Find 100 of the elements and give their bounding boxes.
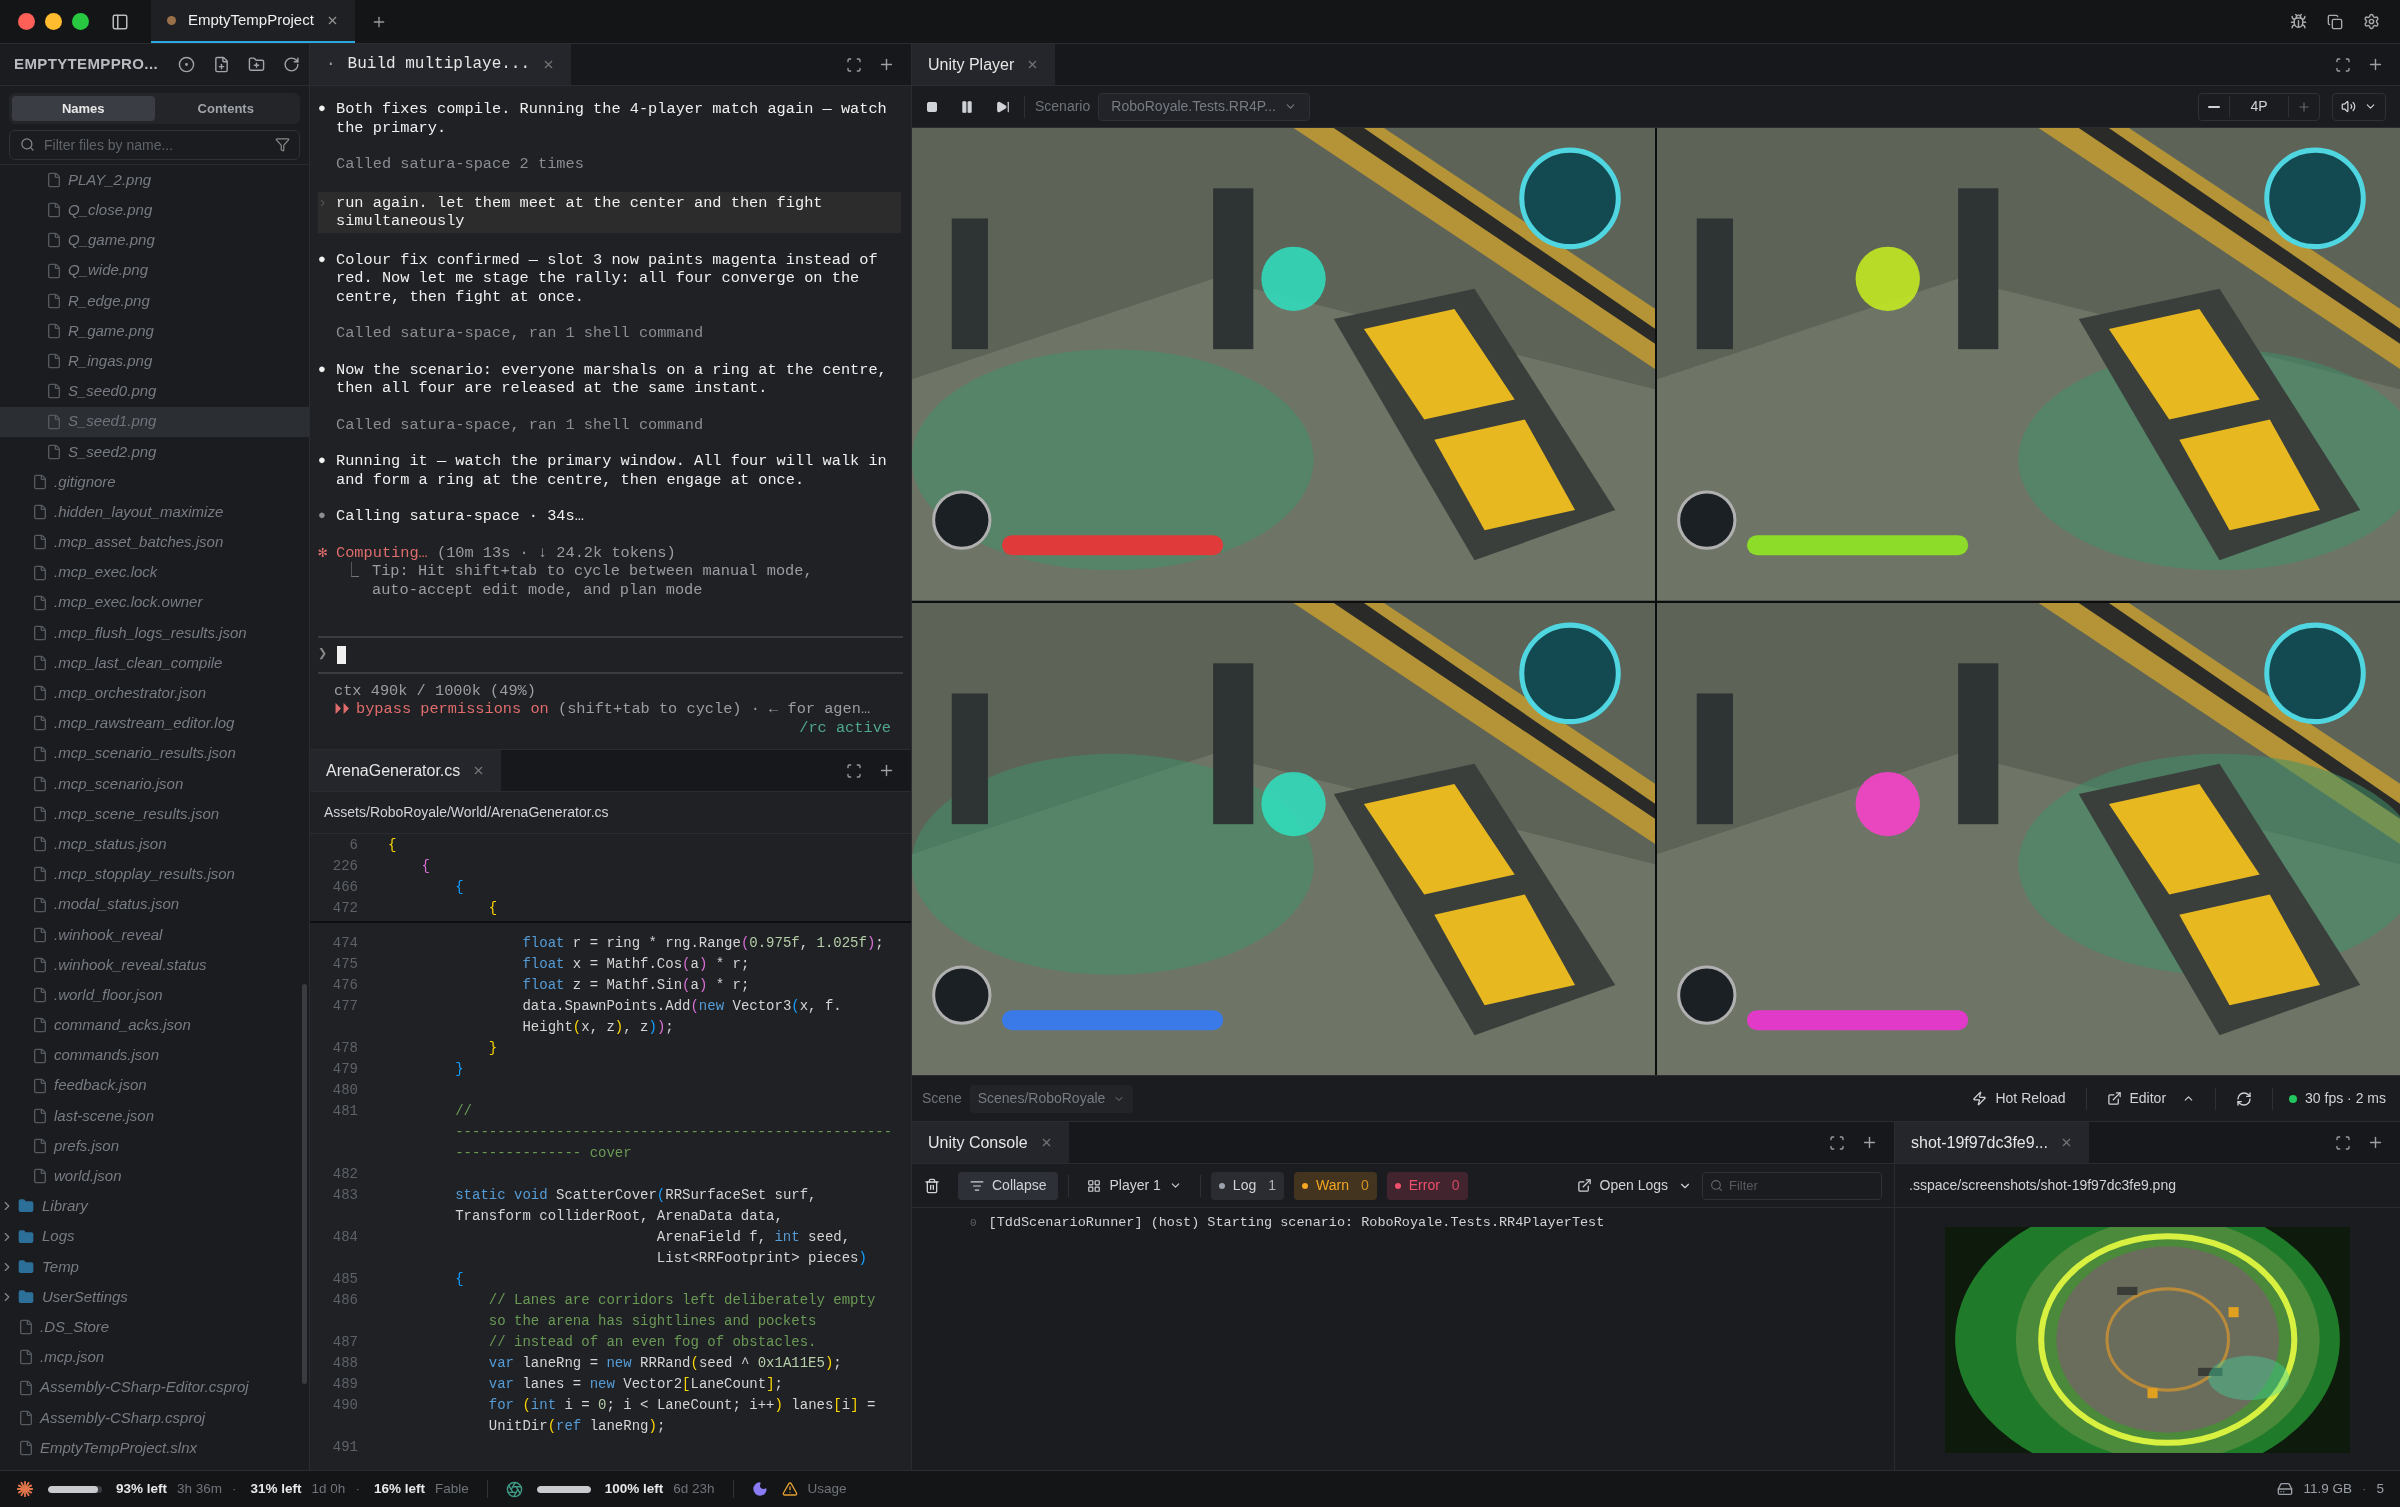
player-dropdown[interactable]: Player 1 xyxy=(1079,1171,1190,1200)
file-tree-row[interactable]: UserSettings xyxy=(0,1281,309,1313)
file-tree-row[interactable]: .mcp_stopplay_results.json xyxy=(0,859,309,890)
file-tree-row[interactable]: last-scene.json xyxy=(0,1100,309,1131)
log-level-filter[interactable]: Log 1 xyxy=(1210,1171,1284,1200)
file-tree-row[interactable]: S_seed0.png xyxy=(0,376,309,407)
stop-icon[interactable] xyxy=(926,100,938,113)
external-link-icon xyxy=(2106,1091,2122,1106)
file-tree-row[interactable]: Temp xyxy=(0,1251,309,1282)
new-file-icon[interactable] xyxy=(213,56,230,73)
filter-icon[interactable] xyxy=(275,137,290,152)
search-field[interactable]: Filter files by name... xyxy=(9,130,300,160)
file-tree-row[interactable]: .mcp_scenario_results.json xyxy=(0,738,309,769)
pause-icon[interactable] xyxy=(960,99,974,114)
file-tree-row[interactable]: prefs.json xyxy=(0,1131,309,1162)
refresh-icon[interactable] xyxy=(2236,1090,2253,1107)
close-window-button[interactable] xyxy=(18,13,35,30)
file-tree-row[interactable]: .DS_Store xyxy=(0,1312,309,1343)
file-tree-row[interactable]: .mcp_exec.lock.owner xyxy=(0,587,309,618)
log-level-filter[interactable]: Warn 0 xyxy=(1294,1171,1377,1200)
view-tab[interactable]: Contents xyxy=(154,96,297,121)
file-tree-row[interactable]: .modal_status.json xyxy=(0,889,309,920)
add-icon[interactable] xyxy=(1861,1134,1878,1151)
hot-reload-button[interactable]: Hot Reload xyxy=(1960,1088,2078,1109)
trash-icon[interactable] xyxy=(924,1177,940,1194)
collapse-toggle[interactable]: Collapse xyxy=(958,1171,1059,1200)
panel-tab[interactable]: ArenaGenerator.cs xyxy=(310,750,502,791)
file-tree-row[interactable]: .gitignore xyxy=(0,466,309,498)
file-tree-row[interactable]: Q_game.png xyxy=(0,225,309,256)
file-tree-row[interactable]: R_ingas.png xyxy=(0,346,309,377)
open-logs-button[interactable]: Open Logs xyxy=(1576,1175,1668,1196)
file-tree-row[interactable]: Q_wide.png xyxy=(0,255,309,286)
add-icon[interactable] xyxy=(878,762,895,779)
step-icon[interactable] xyxy=(996,99,1010,114)
panel-tab[interactable]: Unity Console xyxy=(912,1122,1069,1163)
file-tree-row[interactable]: Assembly-CSharp.csproj xyxy=(0,1402,309,1433)
sidebar-toggle-icon[interactable] xyxy=(111,12,129,31)
maximize-icon[interactable] xyxy=(2335,1134,2351,1151)
scenario-dropdown[interactable]: RoboRoyale.Tests.RR4P... xyxy=(1098,92,1310,121)
file-tree-row[interactable]: S_seed1.png xyxy=(0,406,309,437)
panel-tab[interactable]: Unity Player xyxy=(912,44,1056,85)
warning-icon xyxy=(781,1481,798,1497)
bug-icon[interactable] xyxy=(2290,13,2307,30)
editor-button[interactable]: Editor xyxy=(2094,1088,2208,1109)
view-tab[interactable]: Names xyxy=(12,96,155,121)
file-tree-row[interactable]: .world_floor.json xyxy=(0,980,309,1011)
file-tree-row[interactable]: R_edge.png xyxy=(0,285,309,316)
tab-label: Unity Console xyxy=(928,1132,1028,1153)
maximize-icon[interactable] xyxy=(846,762,862,779)
code-line: ---------------------------------------------------- xyxy=(454,1123,893,1142)
file-tree-row[interactable]: .mcp_flush_logs_results.json xyxy=(0,617,309,648)
file-tree-row[interactable]: feedback.json xyxy=(0,1070,309,1101)
filter-field[interactable]: Filter xyxy=(1702,1171,1882,1200)
file-tree-row[interactable]: .mcp_scenario.json xyxy=(0,768,309,799)
maximize-icon[interactable] xyxy=(1829,1134,1845,1151)
project-tab[interactable]: EmptyTempProject xyxy=(151,0,355,43)
file-tree-row[interactable]: .mcp.json xyxy=(0,1342,309,1373)
panel-tab[interactable]: shot-19f97dc3fe9... xyxy=(1895,1122,2089,1163)
scene-dropdown[interactable]: Scenes/RoboRoyale xyxy=(969,1084,1134,1113)
maximize-icon[interactable] xyxy=(846,56,862,73)
file-tree-row[interactable]: R_game.png xyxy=(0,315,309,347)
file-tree-row[interactable]: .mcp_exec.lock xyxy=(0,557,309,588)
close-icon[interactable] xyxy=(2060,1136,2073,1149)
scrollbar[interactable] xyxy=(302,984,307,1384)
file-tree-row[interactable]: .winhook_reveal.status xyxy=(0,949,309,981)
file-tree-row[interactable]: .winhook_reveal xyxy=(0,919,309,950)
target-icon[interactable] xyxy=(178,56,195,73)
add-icon[interactable] xyxy=(2367,56,2384,73)
file-tree-row[interactable]: .mcp_scene_results.json xyxy=(0,798,309,830)
minimize-window-button[interactable] xyxy=(45,13,62,30)
copy-icon[interactable] xyxy=(2327,13,2343,30)
file-tree-row[interactable]: EmptyTempProject.slnx xyxy=(0,1432,309,1464)
settings-icon[interactable] xyxy=(2363,13,2380,30)
file-tree-row[interactable]: Q_close.png xyxy=(0,195,309,226)
add-icon[interactable] xyxy=(878,56,895,73)
zoom-window-button[interactable] xyxy=(72,13,89,30)
file-tree-row[interactable]: world.json xyxy=(0,1161,309,1192)
volume-button[interactable] xyxy=(2332,92,2386,121)
add-icon[interactable] xyxy=(2367,1134,2384,1151)
usage-link[interactable]: Usage xyxy=(807,1478,847,1500)
file-tree-row[interactable]: .mcp_last_clean_compile xyxy=(0,648,309,679)
refresh-icon[interactable] xyxy=(283,56,300,73)
file-tree-row[interactable]: commands.json xyxy=(0,1040,309,1071)
file-tree-row[interactable]: .hidden_layout_maximize xyxy=(0,497,309,528)
file-tree-row[interactable]: PLAY_2.png xyxy=(0,165,309,196)
file-tree-row[interactable]: .mcp_status.json xyxy=(0,829,309,860)
panel-tab[interactable]: · Build multiplaye... xyxy=(310,44,572,85)
maximize-icon[interactable] xyxy=(2335,56,2351,73)
file-tree-row[interactable]: .mcp_asset_batches.json xyxy=(0,527,309,558)
file-tree-row[interactable]: Assembly-CSharp-Editor.csproj xyxy=(0,1372,309,1403)
new-folder-icon[interactable] xyxy=(248,56,265,73)
file-tree-row[interactable]: Logs xyxy=(0,1221,309,1252)
tip-text: Tip: Hit shift+tab to cycle between manual mode, auto-accept edit mode, and plan mode xyxy=(372,562,814,599)
log-level-filter[interactable]: Error 0 xyxy=(1386,1171,1468,1200)
file-tree-row[interactable]: .mcp_orchestrator.json xyxy=(0,678,309,709)
file-tree-row[interactable]: command_acks.json xyxy=(0,1010,309,1041)
file-tree-row[interactable]: .mcp_rawstream_editor.log xyxy=(0,708,309,739)
file-tree-row[interactable]: Library xyxy=(0,1191,309,1222)
file-tree-row[interactable]: S_seed2.png xyxy=(0,436,309,467)
file-icon xyxy=(32,926,48,943)
